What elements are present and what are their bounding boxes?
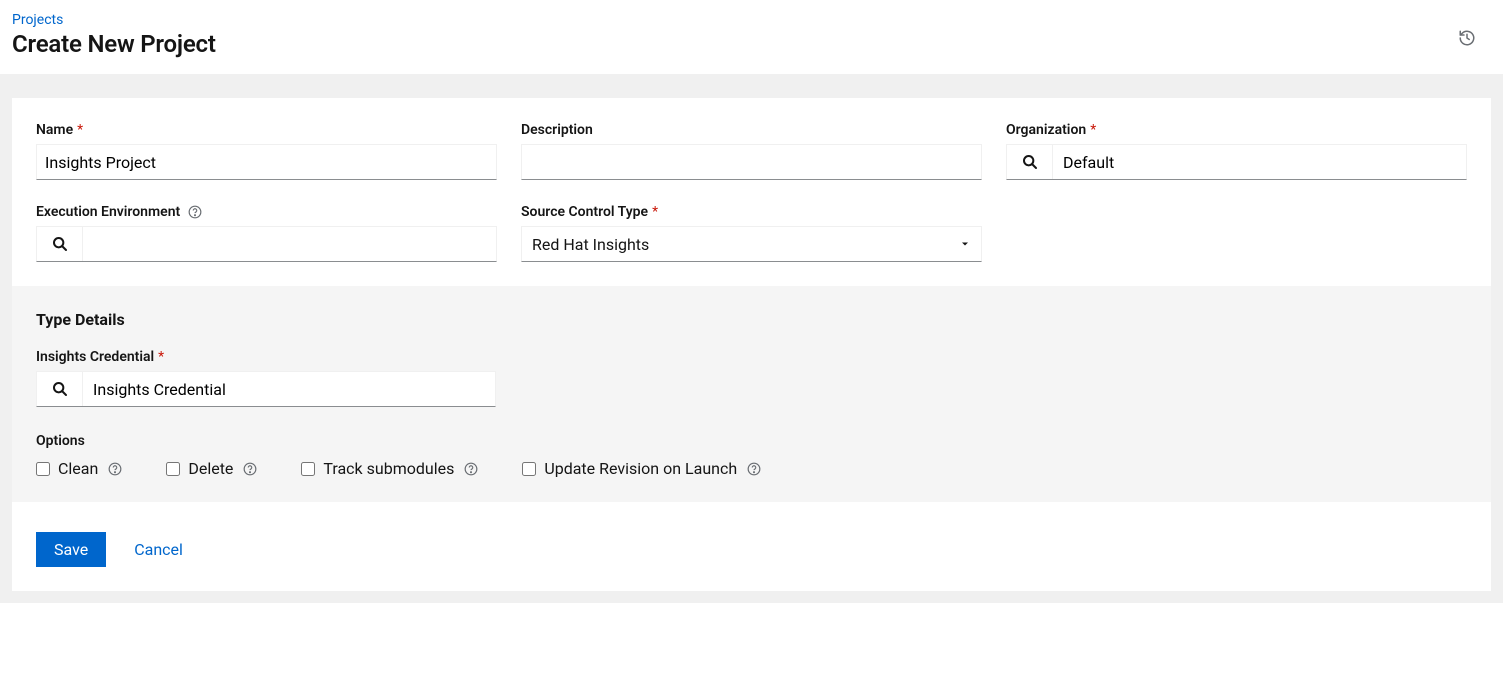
field-organization: Organization * [1006, 122, 1467, 180]
option-clean[interactable]: Clean [36, 459, 122, 478]
organization-label: Organization * [1006, 122, 1467, 138]
option-delete[interactable]: Delete [166, 459, 257, 478]
insights-credential-label: Insights Credential * [36, 349, 496, 365]
caret-down-icon [959, 238, 971, 250]
field-execution-environment: Execution Environment [36, 204, 497, 262]
search-icon [52, 381, 68, 397]
type-details-section: Type Details Insights Credential * [12, 286, 1491, 502]
update-label: Update Revision on Launch [544, 459, 737, 478]
page-title: Create New Project [12, 30, 1451, 58]
field-source-control-type: Source Control Type * Red Hat Insights [521, 204, 982, 262]
form-footer: Save Cancel [12, 502, 1491, 591]
track-checkbox[interactable] [301, 462, 315, 476]
execution-environment-lookup-button[interactable] [37, 227, 83, 261]
source-control-type-label: Source Control Type * [521, 204, 982, 220]
insights-credential-lookup-button[interactable] [37, 372, 83, 406]
required-marker: * [652, 204, 658, 220]
organization-lookup-button[interactable] [1007, 145, 1053, 179]
search-icon [52, 236, 68, 252]
form-card: Name * Description Organization * [12, 98, 1491, 591]
option-update[interactable]: Update Revision on Launch [522, 459, 761, 478]
field-insights-credential: Insights Credential * [36, 349, 496, 407]
field-name: Name * [36, 122, 497, 180]
required-marker: * [77, 122, 83, 138]
source-control-type-select[interactable]: Red Hat Insights [521, 226, 982, 262]
save-button[interactable]: Save [36, 532, 106, 567]
name-label: Name * [36, 122, 497, 138]
type-details-heading: Type Details [36, 310, 1467, 329]
help-icon[interactable] [747, 462, 761, 476]
delete-label: Delete [188, 459, 233, 478]
help-icon[interactable] [243, 462, 257, 476]
track-label: Track submodules [323, 459, 454, 478]
option-track[interactable]: Track submodules [301, 459, 478, 478]
update-checkbox[interactable] [522, 462, 536, 476]
breadcrumb[interactable]: Projects [12, 12, 63, 28]
description-label: Description [521, 122, 982, 138]
required-marker: * [158, 349, 164, 365]
organization-input[interactable] [1053, 145, 1466, 179]
search-icon [1022, 154, 1038, 170]
help-icon[interactable] [464, 462, 478, 476]
clean-checkbox[interactable] [36, 462, 50, 476]
options-label: Options [36, 433, 1467, 449]
select-value: Red Hat Insights [532, 235, 649, 254]
history-icon[interactable] [1451, 22, 1483, 54]
name-input[interactable] [36, 144, 497, 180]
help-icon[interactable] [188, 205, 202, 219]
execution-environment-input[interactable] [83, 227, 496, 261]
description-input[interactable] [521, 144, 982, 180]
page-header: Projects Create New Project [0, 0, 1503, 74]
clean-label: Clean [58, 459, 98, 478]
insights-credential-input[interactable] [83, 372, 495, 406]
cancel-button[interactable]: Cancel [134, 540, 183, 559]
field-description: Description [521, 122, 982, 180]
help-icon[interactable] [108, 462, 122, 476]
execution-environment-label: Execution Environment [36, 204, 497, 220]
delete-checkbox[interactable] [166, 462, 180, 476]
required-marker: * [1090, 122, 1096, 138]
